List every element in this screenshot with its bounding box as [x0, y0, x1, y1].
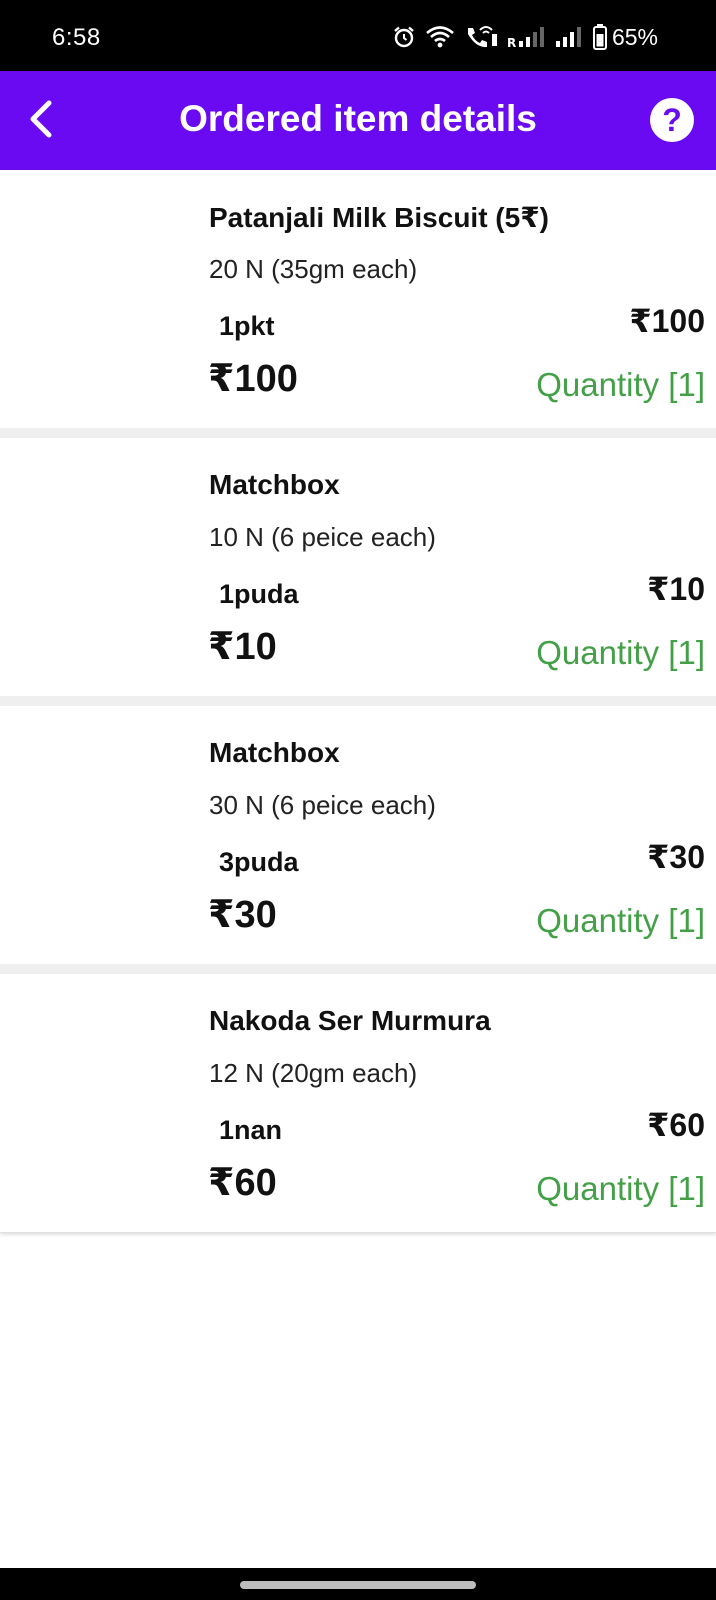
- item-total-price: ₹100: [208, 358, 298, 400]
- item-unit-price: ₹100: [629, 303, 705, 339]
- item-total-price: ₹60: [208, 1162, 277, 1204]
- page-title: Ordered item details: [179, 98, 537, 139]
- item-quantity: Quantity [1]: [536, 634, 705, 671]
- item-unit-price: ₹60: [647, 1107, 705, 1143]
- list-item[interactable]: Nakoda Ser Murmura 12 N (20gm each) 1nan…: [0, 974, 716, 1233]
- status-icons: R 65%: [392, 22, 658, 52]
- item-total-price: ₹10: [208, 626, 277, 668]
- item-divider: [0, 428, 716, 438]
- battery-icon: [592, 24, 607, 50]
- item-divider: [0, 696, 716, 706]
- item-description: 10 N (6 peice each): [209, 522, 436, 552]
- item-quantity: Quantity [1]: [536, 1170, 705, 1207]
- wifi-icon: [425, 25, 455, 49]
- ordered-items-list: Patanjali Milk Biscuit (5₹) 20 N (35gm e…: [0, 170, 716, 1568]
- item-divider: [0, 964, 716, 974]
- item-name: Matchbox: [209, 737, 340, 768]
- system-nav-bar: [0, 1568, 716, 1600]
- item-quantity: Quantity [1]: [536, 366, 705, 403]
- wifi-calling-icon: [464, 24, 498, 50]
- help-button[interactable]: ?: [650, 98, 694, 142]
- list-item[interactable]: Matchbox 30 N (6 peice each) 3puda ₹30 ₹…: [0, 706, 716, 965]
- item-quantity: Quantity [1]: [536, 902, 705, 939]
- item-unit-price: ₹10: [647, 571, 705, 607]
- item-name: Patanjali Milk Biscuit (5₹): [209, 202, 550, 233]
- battery-percent: 65%: [611, 23, 658, 50]
- item-description: 20 N (35gm each): [209, 254, 418, 284]
- item-unit: 1puda: [219, 579, 299, 609]
- status-bar: 6:58 R 65%: [0, 0, 716, 71]
- item-unit: 1pkt: [219, 311, 275, 341]
- item-unit: 1nan: [219, 1115, 283, 1145]
- alarm-icon: [392, 25, 416, 49]
- svg-text:R: R: [507, 36, 516, 49]
- signal-r-icon: R: [507, 25, 547, 49]
- app-bar: Ordered item details ?: [0, 71, 716, 170]
- item-unit-price: ₹30: [647, 839, 705, 875]
- list-item[interactable]: Matchbox 10 N (6 peice each) 1puda ₹10 ₹…: [0, 438, 716, 697]
- item-description: 30 N (6 peice each): [209, 790, 436, 820]
- home-indicator[interactable]: [240, 1581, 476, 1589]
- item-name: Nakoda Ser Murmura: [209, 1005, 491, 1036]
- question-icon: ?: [662, 101, 682, 138]
- list-item[interactable]: Patanjali Milk Biscuit (5₹) 20 N (35gm e…: [0, 170, 716, 429]
- item-name: Matchbox: [209, 469, 340, 500]
- item-description: 12 N (20gm each): [209, 1058, 418, 1088]
- status-time: 6:58: [52, 24, 101, 51]
- item-total-price: ₹30: [208, 894, 277, 936]
- signal-icon: [555, 25, 584, 49]
- item-unit: 3puda: [219, 847, 299, 877]
